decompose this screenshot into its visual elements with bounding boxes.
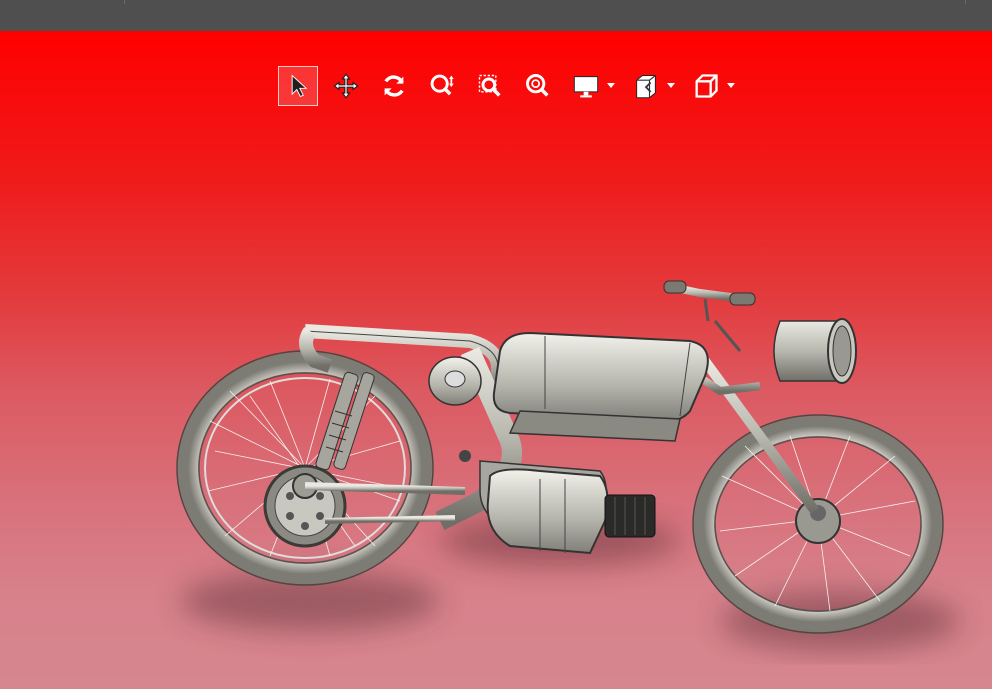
graphics-viewport[interactable] [0,31,992,689]
zoom-dynamic-button[interactable] [422,66,462,106]
title-bar-segment [125,0,966,4]
headlight [773,318,857,384]
rotate-icon [384,75,404,97]
chevron-down-icon [727,83,735,88]
pan-button[interactable] [326,66,366,106]
view-orientation-button[interactable] [686,66,726,106]
chevron-down-icon [667,83,675,88]
zoom-dynamic-icon [430,74,454,96]
display-monitor-icon [573,76,599,98]
title-bar-segment [0,0,125,4]
rotate-button[interactable] [374,66,414,106]
select-arrow-icon [291,74,308,98]
section-view-icon [636,75,656,99]
view-orientation-group [686,66,736,106]
zoom-fit-icon [526,74,549,97]
pan-move-icon [333,73,359,99]
horn [428,356,482,406]
rear-shock [315,371,375,471]
section-view-dropdown[interactable] [666,66,676,106]
chevron-down-icon [607,83,615,88]
display-style-button[interactable] [566,66,606,106]
view-cube-icon [695,74,718,98]
zoom-fit-button[interactable] [518,66,558,106]
display-style-dropdown[interactable] [606,66,616,106]
rear-wheel [176,350,434,586]
section-view-group [626,66,676,106]
view-orientation-dropdown[interactable] [726,66,736,106]
select-button[interactable] [278,66,318,106]
section-view-button[interactable] [626,66,666,106]
zoom-window-button[interactable] [470,66,510,106]
zoom-window-icon [478,74,501,97]
display-style-group [566,66,616,106]
title-bar [0,0,992,32]
view-toolbar [278,65,746,107]
motorcycle-3d-model[interactable] [0,31,992,689]
fuel-tank [492,331,709,442]
